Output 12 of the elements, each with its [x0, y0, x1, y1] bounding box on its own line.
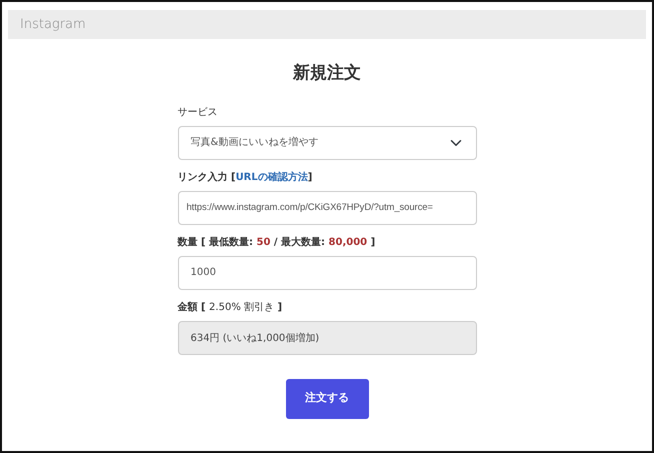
link-input[interactable]: https://www.instagram.com/p/CKiGX67HPyD/?utm_source= — [178, 190, 476, 224]
submit-button[interactable]: 注文する — [286, 378, 368, 418]
header-title: Instagram — [20, 16, 86, 34]
quantity-input[interactable]: 1000 — [178, 256, 476, 290]
amount-field: 634円 (いいね1,000個増加) — [178, 320, 476, 354]
field-label: サービス — [178, 106, 218, 120]
field-label: リンク入力 [URLの確認方法] — [178, 170, 314, 184]
link-text[interactable]: URLの確認方法 — [236, 172, 308, 182]
service-select[interactable]: 写真&動画にいいねを増やす — [178, 126, 476, 160]
field-label: 数量 [ 最低数量: 50 / 最大数量: 80,000 ] — [178, 236, 376, 250]
form-title: 新規注文 — [292, 62, 362, 85]
field-label: 金額 [ 2.50% 割引き ] — [178, 300, 284, 314]
